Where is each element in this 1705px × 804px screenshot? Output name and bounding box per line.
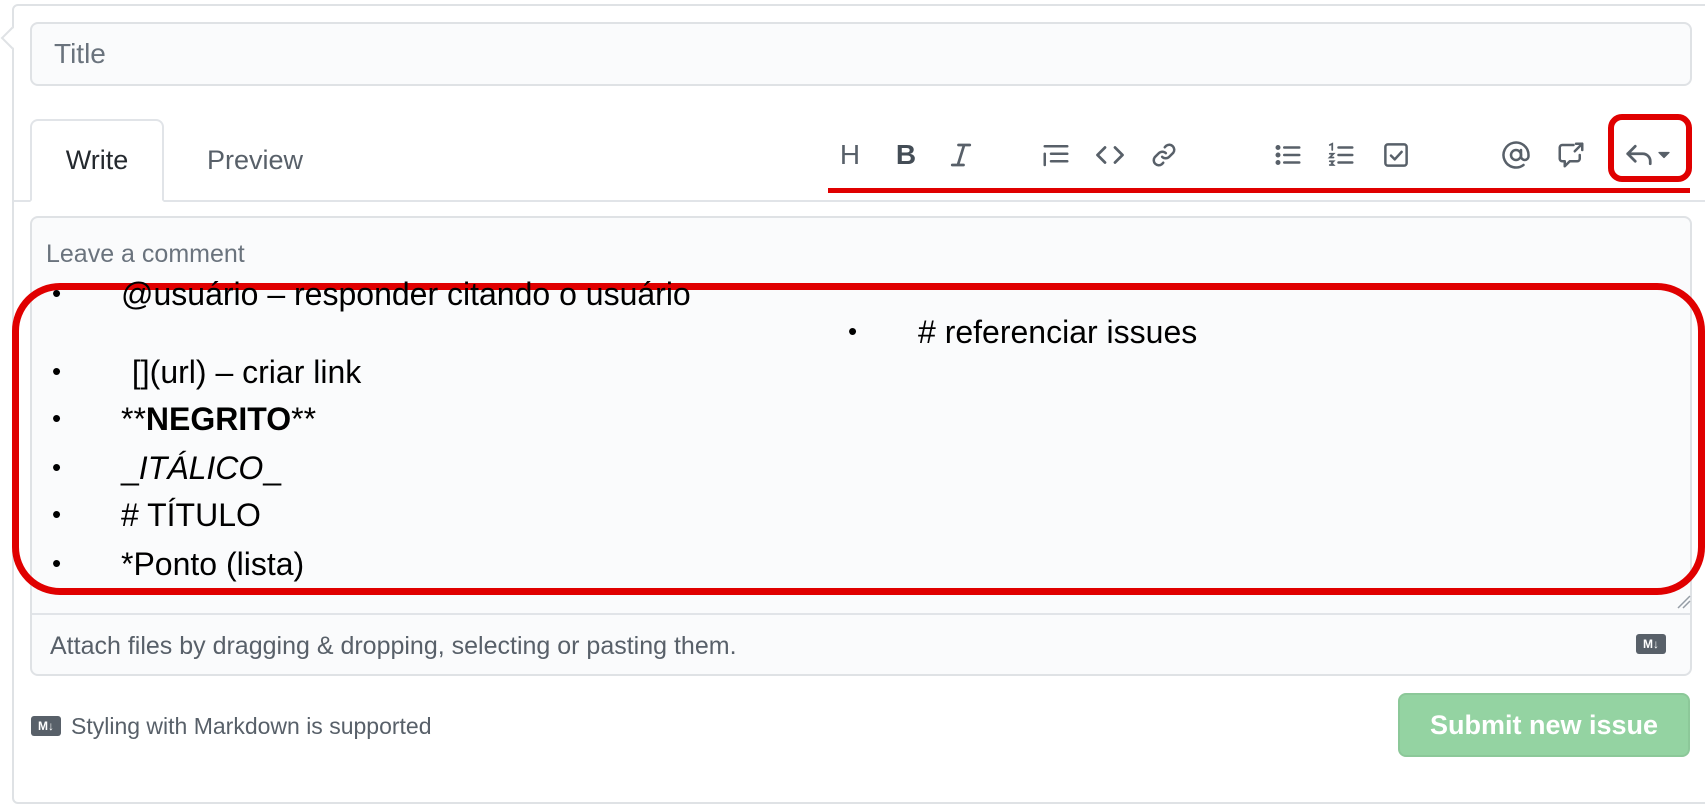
- cross-reference-button[interactable]: [1551, 135, 1591, 175]
- hint-bold-prefix: **: [121, 401, 146, 437]
- numbered-list-button[interactable]: [1321, 135, 1361, 175]
- hint-bullet: •: [52, 278, 62, 308]
- title-input[interactable]: [30, 22, 1692, 86]
- quote-button[interactable]: [1036, 135, 1076, 175]
- hint-italic: _ITÁLICO_: [121, 450, 281, 487]
- hint-list: *Ponto (lista): [121, 546, 305, 582]
- hint-mention: @usuário – responder citando o usuário: [121, 276, 691, 312]
- hint-italic-prefix: _: [121, 450, 139, 486]
- markdown-icon: M↓: [1636, 634, 1666, 654]
- quote-icon: [1043, 145, 1069, 167]
- comment-placeholder: Leave a comment: [46, 240, 245, 268]
- hint-bullet: •: [52, 499, 62, 529]
- bulleted-list-button[interactable]: [1268, 135, 1308, 175]
- italic-button[interactable]: [941, 135, 981, 175]
- heading-button[interactable]: H: [830, 135, 870, 175]
- bulleted-list-icon: [1275, 145, 1301, 165]
- hint-italic-word: ITÁLICO: [138, 450, 264, 486]
- attach-files-hint[interactable]: Attach files by dragging & dropping, sel…: [50, 632, 737, 661]
- heading-icon: H: [839, 139, 861, 170]
- hint-bullet: •: [52, 548, 62, 578]
- code-button[interactable]: [1090, 135, 1130, 175]
- hint-bold-suffix: **: [291, 401, 317, 437]
- link-button[interactable]: [1144, 135, 1184, 175]
- hint-link: [](url) – criar link: [123, 354, 362, 390]
- reply-button-highlight: [1608, 114, 1692, 182]
- hint-issue-reference: # referenciar issues: [918, 314, 1198, 350]
- toolbar-highlight-underline: [828, 188, 1690, 193]
- submit-new-issue-button[interactable]: Submit new issue: [1398, 693, 1690, 757]
- bold-button[interactable]: B: [886, 135, 926, 175]
- cross-reference-icon: [1558, 142, 1584, 168]
- tab-write[interactable]: Write: [30, 119, 164, 202]
- mention-button[interactable]: [1496, 135, 1536, 175]
- markdown-icon: M↓: [31, 716, 61, 736]
- bold-icon: B: [895, 139, 917, 170]
- hint-bold-word: NEGRITO: [145, 401, 292, 437]
- link-icon: [1152, 143, 1176, 167]
- hint-bullet: •: [52, 356, 62, 386]
- hint-heading: # TÍTULO: [121, 497, 261, 533]
- numbered-list-icon: [1327, 142, 1354, 166]
- hint-bullet: •: [848, 316, 858, 346]
- markdown-supported-link[interactable]: Styling with Markdown is supported: [71, 713, 432, 740]
- attach-divider: [32, 613, 1690, 615]
- task-list-button[interactable]: [1376, 135, 1416, 175]
- mention-icon: [1502, 141, 1530, 169]
- tab-preview[interactable]: Preview: [190, 119, 320, 202]
- resize-handle-icon[interactable]: [1672, 590, 1692, 610]
- hint-italic-suffix: _: [263, 450, 282, 486]
- hint-bold: **NEGRITO**: [121, 401, 316, 438]
- hint-bullet: •: [52, 452, 62, 482]
- code-icon: [1096, 146, 1124, 164]
- hint-bullet: •: [52, 403, 62, 433]
- task-list-icon: [1384, 143, 1408, 167]
- italic-icon: [950, 143, 972, 167]
